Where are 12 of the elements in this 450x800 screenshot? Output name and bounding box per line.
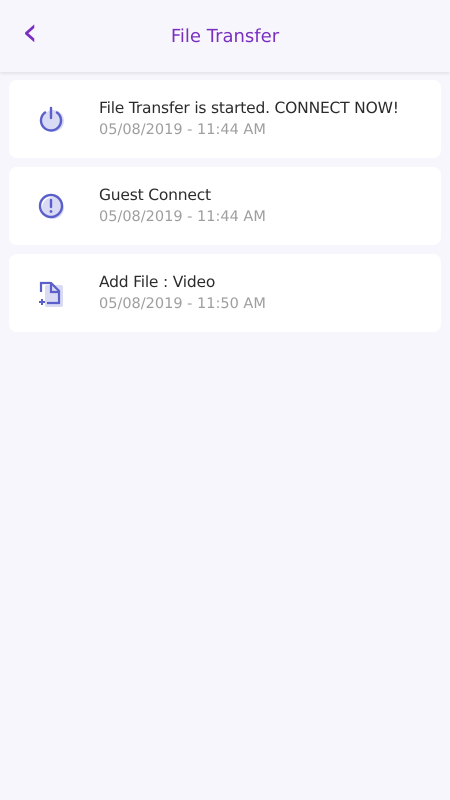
notification-title: File Transfer is started. CONNECT NOW!: [99, 98, 399, 118]
notification-time: 05/08/2019 - 11:44 AM: [99, 208, 266, 227]
notification-title: Add File : Video: [99, 272, 216, 292]
notification-card[interactable]: Add File : Video 05/08/2019 - 11:50 AM: [9, 254, 441, 332]
notification-card[interactable]: File Transfer is started. CONNECT NOW! 05/08/2019 - 11:44 AM: [9, 80, 441, 158]
alert-icon: [36, 191, 66, 221]
notification-time: 05/08/2019 - 11:50 AM: [99, 294, 266, 314]
notification-time: 05/08/2019 - 11:44 AM: [99, 120, 267, 140]
page-title: File Transfer: [170, 24, 280, 48]
notification-title: Guest Connect: [99, 184, 212, 206]
back-button[interactable]: ‹: [16, 12, 44, 52]
notification-card[interactable]: Guest Connect 05/08/2019 - 11:44 AM: [9, 167, 441, 245]
